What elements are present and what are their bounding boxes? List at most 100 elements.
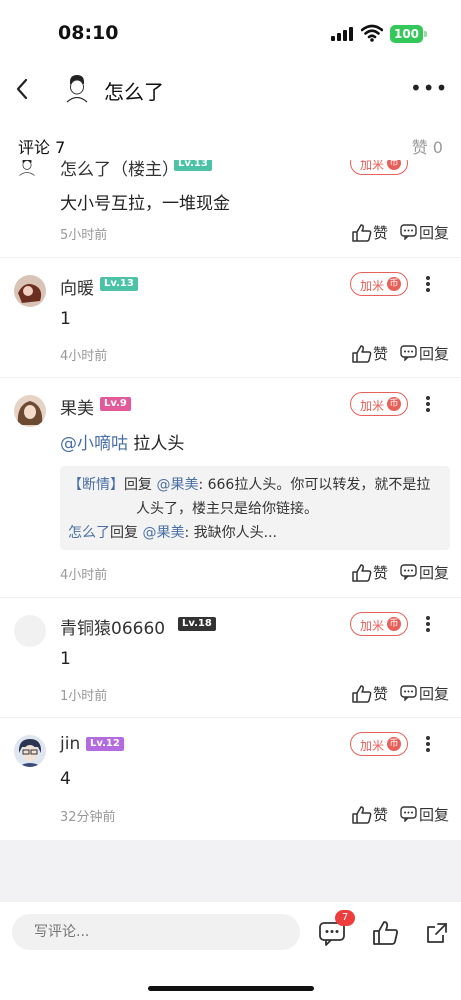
mention-link[interactable]: @小嘀咕 — [60, 434, 128, 454]
reply-quote[interactable]: 【断情】回复 @果美: 666拉人头。你可以转发，就不是拉人头了，楼主只是给你链… — [60, 466, 450, 550]
like-label: 赞 — [373, 806, 389, 824]
quote-target[interactable]: @果美 — [156, 477, 198, 493]
follow-label: 加米 — [360, 279, 385, 293]
reply-label: 回复 — [419, 345, 450, 363]
reply-button[interactable]: 回复 — [400, 222, 452, 244]
comment-username[interactable]: 青铜猿06660 — [60, 614, 165, 639]
reply-button[interactable]: 回复 — [400, 804, 452, 826]
comment-username[interactable]: 怎么了（楼主） — [60, 160, 179, 180]
quote-author[interactable]: 【断情】 — [68, 477, 124, 493]
follow-button[interactable]: 加米 币 — [350, 732, 408, 756]
battery-icon: 100 — [390, 25, 423, 43]
follow-label: 加米 — [360, 619, 385, 633]
follow-label: 加米 — [360, 160, 385, 172]
follow-button[interactable]: 加米 币 — [350, 612, 408, 636]
coin-icon: 币 — [387, 737, 401, 751]
comment-time: 5小时前 — [60, 228, 108, 243]
reply-label: 回复 — [419, 685, 450, 703]
reply-label: 回复 — [419, 806, 450, 824]
comment-username[interactable]: 向暖 — [60, 274, 94, 299]
comment-item: 果美 Lv.9 加米 币 @小嘀咕 拉人头 【断情】回复 @果美: 666拉人头… — [0, 378, 461, 598]
wifi-icon — [361, 24, 383, 42]
reply-icon — [400, 564, 417, 580]
comment-item: 向暖 Lv.13 加米 币 1 4小时前 赞 回复 — [0, 258, 461, 378]
quote-line: 【断情】回复 @果美: 666拉人头。你可以转发，就不是拉人头了，楼主只是给你链… — [68, 473, 442, 521]
avatar[interactable] — [14, 395, 46, 427]
avatar[interactable] — [14, 275, 46, 307]
thumbs-up-icon — [352, 345, 372, 363]
comment-item: 青铜猿06660 Lv.18 加米 币 1 1小时前 赞 回复 — [0, 598, 461, 718]
nav-avatar[interactable] — [62, 72, 92, 106]
comment-more-icon[interactable] — [420, 734, 436, 754]
tab-comments[interactable]: 评论 7 — [18, 134, 66, 164]
battery-tip — [424, 31, 427, 37]
cellular-signal-icon — [331, 27, 353, 41]
quote-target[interactable]: @果美 — [142, 525, 184, 541]
comment-username[interactable]: jin — [60, 734, 80, 754]
quote-author[interactable]: 怎么了 — [68, 525, 110, 541]
tab-likes[interactable]: 赞 0 — [412, 134, 443, 158]
comment-input[interactable] — [34, 920, 284, 944]
status-time: 08:10 — [58, 22, 119, 44]
thumbs-up-icon[interactable] — [372, 920, 398, 946]
comment-time: 4小时前 — [60, 349, 108, 364]
page-title: 怎么了 — [104, 80, 164, 104]
reply-button[interactable]: 回复 — [400, 343, 452, 365]
more-options-icon[interactable]: ••• — [410, 76, 447, 102]
like-label: 赞 — [373, 685, 389, 703]
follow-button[interactable]: 加米 币 — [350, 392, 408, 416]
avatar[interactable] — [18, 160, 42, 182]
home-indicator[interactable] — [148, 986, 314, 991]
level-badge: Lv.9 — [100, 397, 131, 411]
reply-button[interactable]: 回复 — [400, 683, 452, 705]
thumbs-up-icon — [352, 806, 372, 824]
avatar[interactable] — [14, 735, 46, 767]
quote-verb: 回复 — [124, 477, 152, 493]
comment-more-icon[interactable] — [420, 614, 436, 634]
comment-tabs: 评论 7 赞 0 — [0, 130, 461, 164]
like-button[interactable]: 赞 — [352, 222, 392, 244]
like-button[interactable]: 赞 — [352, 562, 392, 584]
thumbs-up-icon — [352, 685, 372, 703]
follow-button[interactable]: 加米 币 — [350, 160, 408, 175]
like-button[interactable]: 赞 — [352, 343, 392, 365]
avatar[interactable] — [14, 615, 46, 647]
comment-username[interactable]: 果美 — [60, 394, 94, 419]
nav-bar: 怎么了 ••• — [0, 62, 461, 116]
like-label: 赞 — [373, 224, 389, 242]
follow-label: 加米 — [360, 739, 385, 753]
comment-text: 1 — [60, 649, 71, 669]
reply-label: 回复 — [419, 564, 450, 582]
reply-icon — [400, 685, 417, 701]
like-label: 赞 — [373, 564, 389, 582]
reply-button[interactable]: 回复 — [400, 562, 452, 584]
share-icon[interactable] — [424, 920, 450, 946]
reply-icon — [400, 345, 417, 361]
comment-time: 32分钟前 — [60, 810, 116, 825]
comment-count-badge: 7 — [335, 910, 355, 926]
coin-icon: 币 — [387, 160, 401, 170]
comment-text: 4 — [60, 769, 71, 789]
comment-item: 怎么了（楼主） Lv.13 加米 币 大小号互拉，一堆现金 5小时前 赞 回复 — [0, 160, 461, 258]
level-badge: Lv.12 — [86, 737, 124, 751]
comment-text: @小嘀咕 拉人头 — [60, 429, 184, 454]
like-button[interactable]: 赞 — [352, 683, 392, 705]
comment-text: 大小号互拉，一堆现金 — [60, 194, 230, 214]
comment-more-icon[interactable] — [420, 274, 436, 294]
comment-input-box[interactable] — [12, 914, 300, 950]
tab-comments-label: 评论 7 — [18, 138, 66, 157]
like-button[interactable]: 赞 — [352, 804, 392, 826]
follow-button[interactable]: 加米 币 — [350, 272, 408, 296]
comment-more-icon[interactable] — [420, 394, 436, 414]
reply-icon — [400, 806, 417, 822]
reply-label: 回复 — [419, 224, 450, 242]
like-label: 赞 — [373, 345, 389, 363]
list-end-spacer — [0, 840, 461, 902]
coin-icon: 币 — [387, 617, 401, 631]
back-button[interactable] — [10, 75, 36, 103]
follow-label: 加米 — [360, 399, 385, 413]
quote-line: 怎么了回复 @果美: 我缺你人头... — [68, 521, 442, 545]
level-badge: Lv.18 — [178, 617, 216, 631]
comment-text-body: 拉人头 — [133, 434, 185, 454]
status-bar: 08:10 100 — [0, 0, 461, 62]
